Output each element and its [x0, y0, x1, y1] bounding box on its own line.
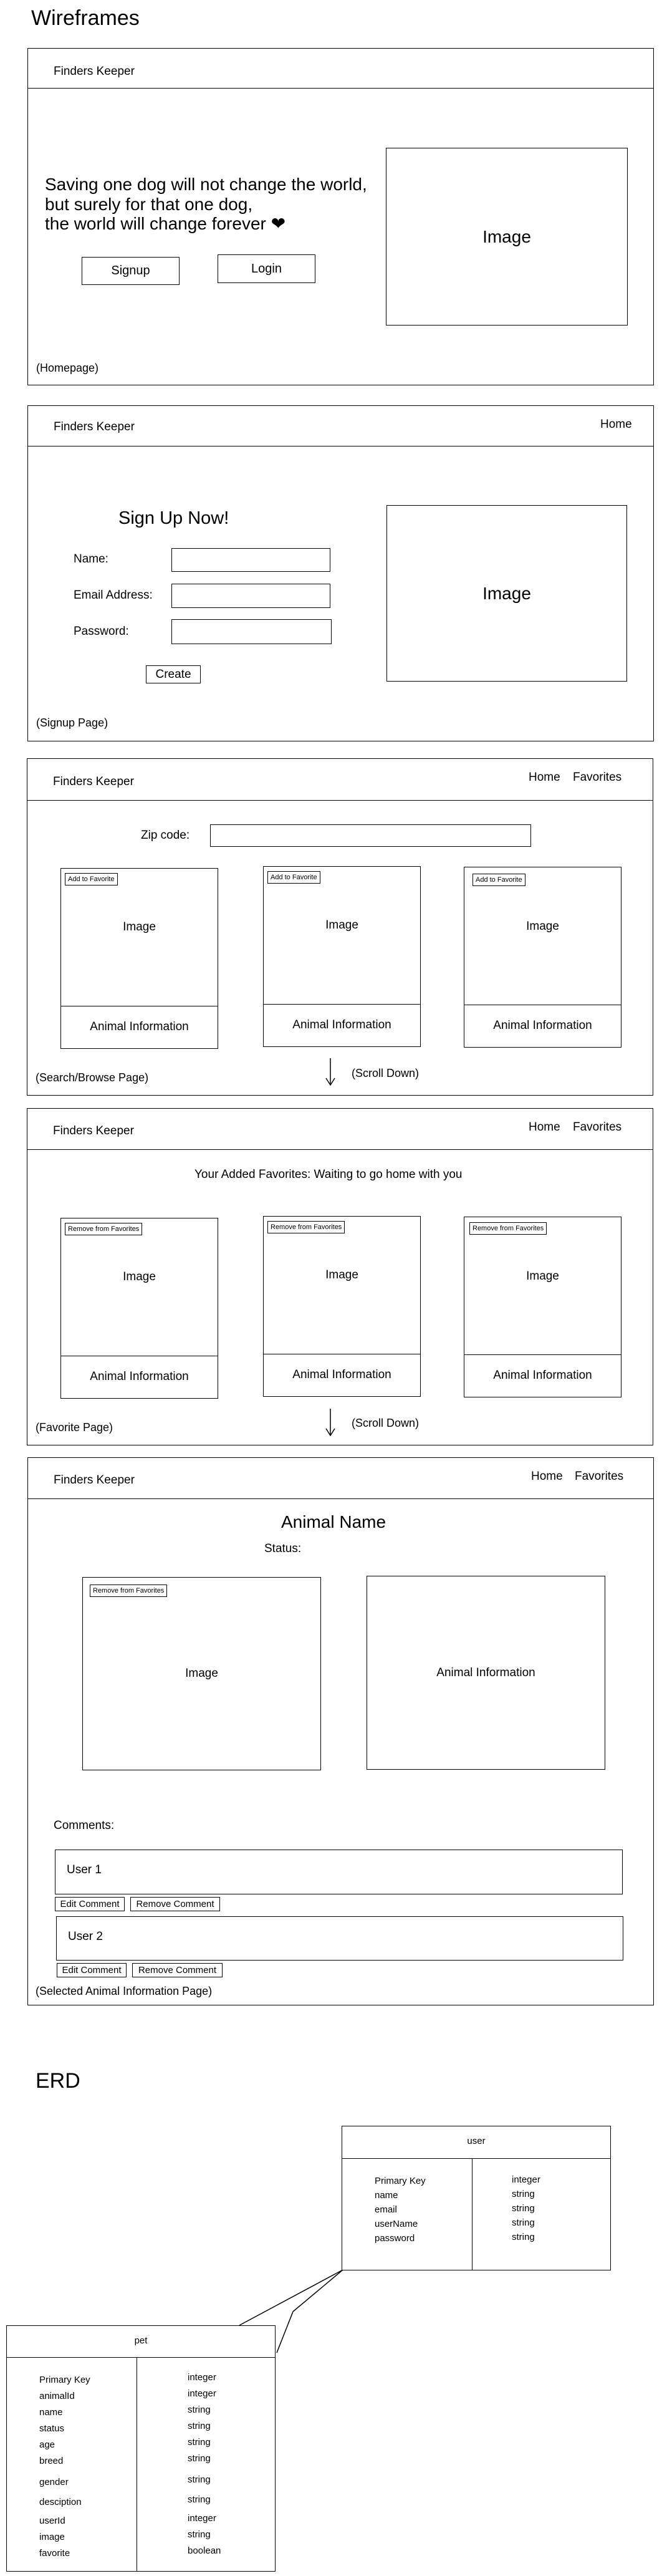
pet-table: pet Primary Key animalId name status age…	[6, 2325, 276, 2572]
field-type: string	[188, 2529, 211, 2540]
pet-table-types: integer integer string string string str…	[188, 2370, 221, 2559]
pet-table-name: pet	[134, 2335, 148, 2346]
field-type: string	[188, 2453, 211, 2464]
field-type: string	[188, 2421, 211, 2431]
field-type: string	[188, 2437, 211, 2448]
field-name: status	[39, 2423, 65, 2434]
field-type: string	[188, 2474, 211, 2485]
pet-table-header-divider	[7, 2357, 275, 2358]
pet-table-fields: Primary Key animalId name status age bre…	[39, 2372, 90, 2562]
field-name: desciption	[39, 2497, 82, 2507]
field-type: string	[512, 2203, 535, 2214]
field-name: name	[39, 2407, 63, 2418]
field-type: string	[188, 2494, 211, 2505]
field-name: password	[375, 2233, 415, 2244]
user-table-types: integer string string string string	[512, 2173, 540, 2244]
field-name: email	[375, 2204, 397, 2215]
field-type: integer	[188, 2388, 216, 2399]
user-table-column-divider	[472, 2158, 473, 2270]
field-type: integer	[188, 2513, 216, 2524]
field-name: age	[39, 2439, 55, 2450]
field-type: integer	[188, 2372, 216, 2383]
field-name: Primary Key	[39, 2375, 90, 2385]
field-name: userId	[39, 2516, 65, 2526]
user-table: user Primary Key name email userName pas…	[342, 2126, 611, 2270]
field-type: string	[512, 2189, 535, 2199]
field-type: string	[512, 2217, 535, 2228]
field-name: gender	[39, 2477, 69, 2487]
field-type: integer	[512, 2174, 540, 2185]
field-name: Primary Key	[375, 2176, 426, 2186]
field-name: image	[39, 2532, 65, 2542]
user-table-name: user	[467, 2136, 486, 2146]
user-table-header-divider	[342, 2158, 610, 2159]
field-name: animalId	[39, 2391, 75, 2401]
field-name: favorite	[39, 2548, 70, 2559]
field-type: string	[188, 2405, 211, 2415]
field-type: boolean	[188, 2545, 221, 2556]
field-name: name	[375, 2190, 398, 2201]
field-name: userName	[375, 2219, 418, 2229]
user-table-fields: Primary Key name email userName password	[375, 2174, 426, 2246]
field-name: breed	[39, 2456, 64, 2466]
field-type: string	[512, 2232, 535, 2242]
